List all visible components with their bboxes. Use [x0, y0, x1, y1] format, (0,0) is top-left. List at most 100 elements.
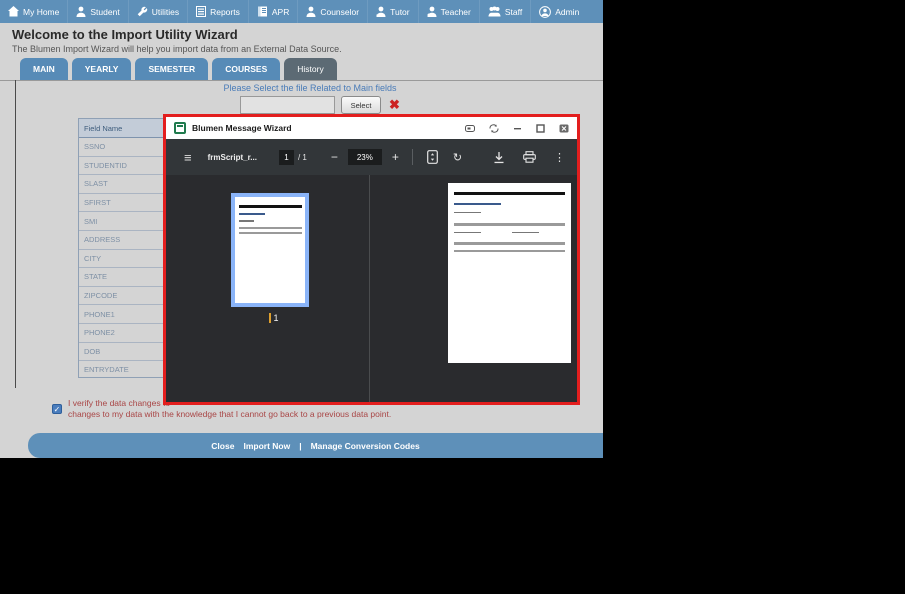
import-now-button[interactable]: Import Now [243, 441, 290, 451]
preview-line [454, 222, 565, 226]
table-row: STATE [79, 268, 163, 287]
nav-label: Staff [504, 6, 523, 17]
panel-border-left [15, 80, 16, 388]
pdf-content-area: 1 [166, 175, 577, 402]
zoom-out-button[interactable]: − [331, 150, 338, 164]
preview-line [454, 211, 482, 214]
window-controls [465, 123, 569, 133]
dock-icon[interactable] [465, 124, 475, 133]
tab-history[interactable]: History [284, 58, 337, 80]
dialog-title: Blumen Message Wizard [192, 123, 292, 133]
nav-label: Admin [555, 6, 580, 17]
manage-conversion-codes-button[interactable]: Manage Conversion Codes [311, 441, 420, 451]
table-row: DOB [79, 343, 163, 362]
preview-line [454, 231, 482, 234]
preview-line [238, 212, 266, 215]
file-select-prompt: Please Select the file Related to Main f… [223, 83, 397, 93]
select-file-button[interactable]: Select [341, 96, 381, 114]
nav-item-counselor[interactable]: Counselor [297, 0, 367, 23]
nav-label: Reports [210, 6, 240, 17]
more-options-icon[interactable]: ⋮ [554, 151, 565, 164]
table-row: ADDRESS [79, 231, 163, 250]
preview-line [454, 202, 501, 205]
dialog-titlebar[interactable]: Blumen Message Wizard [166, 117, 577, 139]
page-subtitle: The Blumen Import Wizard will help you i… [12, 44, 342, 54]
tab-yearly[interactable]: YEARLY [71, 58, 132, 80]
wrench-icon [137, 6, 147, 17]
close-icon[interactable] [559, 124, 569, 133]
footer-action-bar: Close Import Now | Manage Conversion Cod… [28, 433, 603, 458]
fit-to-page-icon[interactable] [426, 150, 438, 164]
thumbnail-page [235, 197, 305, 303]
table-row: SMI [79, 212, 163, 231]
print-icon[interactable] [523, 151, 536, 163]
page-number-input[interactable]: 1 [278, 149, 294, 165]
preview-line [238, 226, 302, 229]
nav-item-tutor[interactable]: Tutor [367, 0, 418, 23]
tab-main[interactable]: MAIN [20, 58, 68, 80]
thumbnail-page-number-text: 1 [269, 313, 279, 323]
preview-line [511, 231, 539, 234]
zoom-level-input[interactable]: 23% [347, 149, 382, 165]
nav-label: Utilities [151, 6, 180, 17]
refresh-icon[interactable] [489, 123, 499, 133]
download-icon[interactable] [493, 151, 505, 164]
nav-label: APR [271, 6, 290, 17]
nav-item-apr[interactable]: APR [247, 0, 297, 23]
table-row: STUDENTID [79, 157, 163, 176]
pdf-doc-title: frmScript_r... [207, 152, 257, 162]
nav-label: Teacher [440, 6, 471, 17]
nav-item-teacher[interactable]: Teacher [417, 0, 479, 23]
verify-line2: changes to my data with the knowledge th… [68, 409, 392, 419]
pdf-toolbar: ≡ frmScript_r... 1 / 1 − 23% + ↻ ⋮ [166, 139, 577, 175]
page-preview-panel[interactable] [370, 175, 577, 402]
table-row: PHONE2 [79, 324, 163, 343]
nav-label: Tutor [390, 6, 410, 17]
table-row: ZIPCODE [79, 287, 163, 306]
screen: My Home Student Utilities Reports APR Co… [0, 0, 905, 594]
student-icon [76, 6, 86, 17]
tab-courses[interactable]: COURSES [212, 58, 281, 80]
footer-separator: | [299, 440, 302, 451]
field-table-header: Field Name [79, 119, 163, 138]
nav-item-utilities[interactable]: Utilities [127, 0, 187, 23]
zoom-in-button[interactable]: + [392, 150, 399, 164]
table-row: CITY [79, 250, 163, 269]
nav-item-reports[interactable]: Reports [187, 0, 248, 23]
preview-line [238, 231, 302, 234]
page-title: Welcome to the Import Utility Wizard [12, 27, 238, 42]
wizard-tabs: MAIN YEARLY SEMESTER COURSES History [20, 58, 337, 80]
person-icon [376, 6, 386, 17]
maximize-icon[interactable] [536, 123, 545, 133]
nav-item-admin[interactable]: Admin [530, 0, 587, 23]
file-path-input[interactable] [240, 96, 335, 114]
page-count-label: / 1 [297, 152, 307, 162]
rotate-icon[interactable]: ↻ [453, 151, 462, 164]
field-table: Field Name SSNO STUDENTID SLAST SFIRST S… [78, 118, 164, 378]
table-row: PHONE1 [79, 305, 163, 324]
panel-border-top [0, 80, 603, 81]
preview-page [448, 183, 571, 363]
person-icon [427, 6, 437, 17]
tab-semester[interactable]: SEMESTER [135, 58, 209, 80]
close-button[interactable]: Close [211, 441, 234, 451]
document-icon [174, 122, 186, 134]
admin-icon [539, 5, 552, 18]
home-icon [8, 6, 19, 17]
table-row: SFIRST [79, 194, 163, 213]
preview-line [454, 192, 565, 195]
book-icon [257, 6, 267, 17]
top-nav: My Home Student Utilities Reports APR Co… [0, 0, 603, 23]
verify-checkbox[interactable]: ✓ [52, 404, 62, 414]
minimize-icon[interactable] [513, 124, 522, 133]
thumbnail-panel: 1 [166, 175, 370, 402]
blumen-message-wizard-dialog: Blumen Message Wizard ≡ frmScript_r... 1… [163, 114, 580, 405]
nav-item-staff[interactable]: Staff [478, 0, 530, 23]
nav-item-student[interactable]: Student [67, 0, 127, 23]
person-icon [306, 6, 316, 17]
menu-icon[interactable]: ≡ [184, 150, 192, 165]
page-thumbnail[interactable] [231, 193, 309, 307]
nav-item-my-home[interactable]: My Home [0, 0, 67, 23]
preview-line [238, 220, 254, 222]
clear-file-icon[interactable]: ✖ [389, 96, 400, 114]
